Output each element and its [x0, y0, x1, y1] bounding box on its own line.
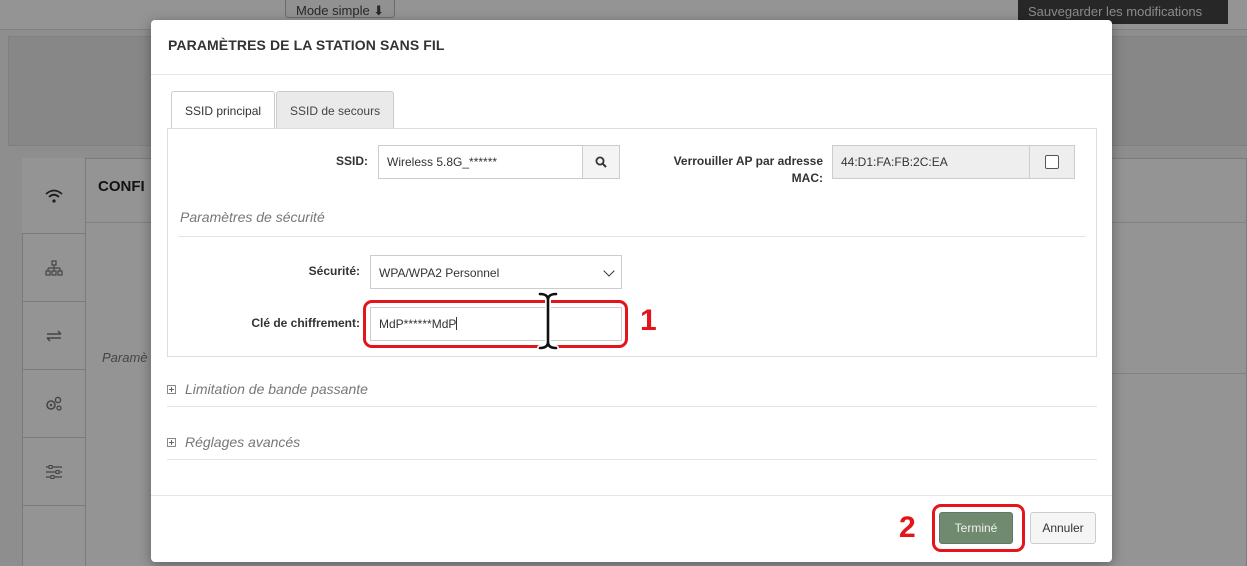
divider [178, 236, 1086, 237]
ssid-label: SSID: [335, 154, 368, 168]
ssid-input[interactable]: Wireless 5.8G_****** [378, 145, 583, 179]
tab-panel: SSID: Wireless 5.8G_****** Verrouiller A… [167, 128, 1097, 357]
annotation-highlight-done [932, 504, 1025, 552]
lock-ap-label-line2: MAC: [791, 171, 823, 185]
mac-address-field: 44:D1:FA:FB:2C:EA [832, 145, 1030, 179]
lock-ap-checkbox[interactable] [1045, 155, 1059, 169]
annotation-highlight-key [363, 300, 628, 348]
lock-ap-label: Verrouiller AP par adresse MAC: [638, 153, 823, 187]
plus-square-icon [167, 384, 176, 394]
lock-ap-label-line1: Verrouiller AP par adresse [673, 154, 823, 168]
encryption-key-label: Clé de chiffrement: [251, 316, 360, 330]
divider [151, 495, 1112, 496]
plus-square-icon [167, 437, 176, 447]
annotation-number-1: 1 [640, 304, 657, 337]
lock-ap-checkbox-addon[interactable] [1029, 145, 1075, 179]
security-label: Sécurité: [308, 264, 360, 278]
security-section-title: Paramètres de sécurité [180, 209, 325, 225]
divider [167, 406, 1097, 407]
bandwidth-limit-label: Limitation de bande passante [185, 381, 368, 397]
tab-ssid-principal[interactable]: SSID principal [171, 91, 276, 129]
annotation-number-2: 2 [899, 511, 916, 544]
security-select-value: WPA/WPA2 Personnel [379, 266, 500, 280]
modal-title: PARAMÈTRES DE LA STATION SANS FIL [168, 37, 445, 53]
divider [167, 459, 1097, 460]
tab-ssid-secours[interactable]: SSID de secours [276, 91, 395, 129]
chevron-down-icon [603, 265, 615, 277]
bandwidth-limit-toggle[interactable]: Limitation de bande passante [167, 381, 368, 397]
advanced-settings-toggle[interactable]: Réglages avancés [167, 434, 300, 450]
cancel-button[interactable]: Annuler [1030, 512, 1096, 544]
divider [151, 74, 1112, 75]
advanced-settings-label: Réglages avancés [185, 434, 301, 450]
search-icon[interactable] [582, 145, 620, 179]
security-select[interactable]: WPA/WPA2 Personnel [370, 255, 622, 289]
wireless-station-settings-modal: PARAMÈTRES DE LA STATION SANS FIL SSID p… [151, 20, 1112, 562]
text-cursor-icon [537, 291, 559, 351]
ssid-tabs: SSID principal SSID de secours [171, 91, 395, 129]
